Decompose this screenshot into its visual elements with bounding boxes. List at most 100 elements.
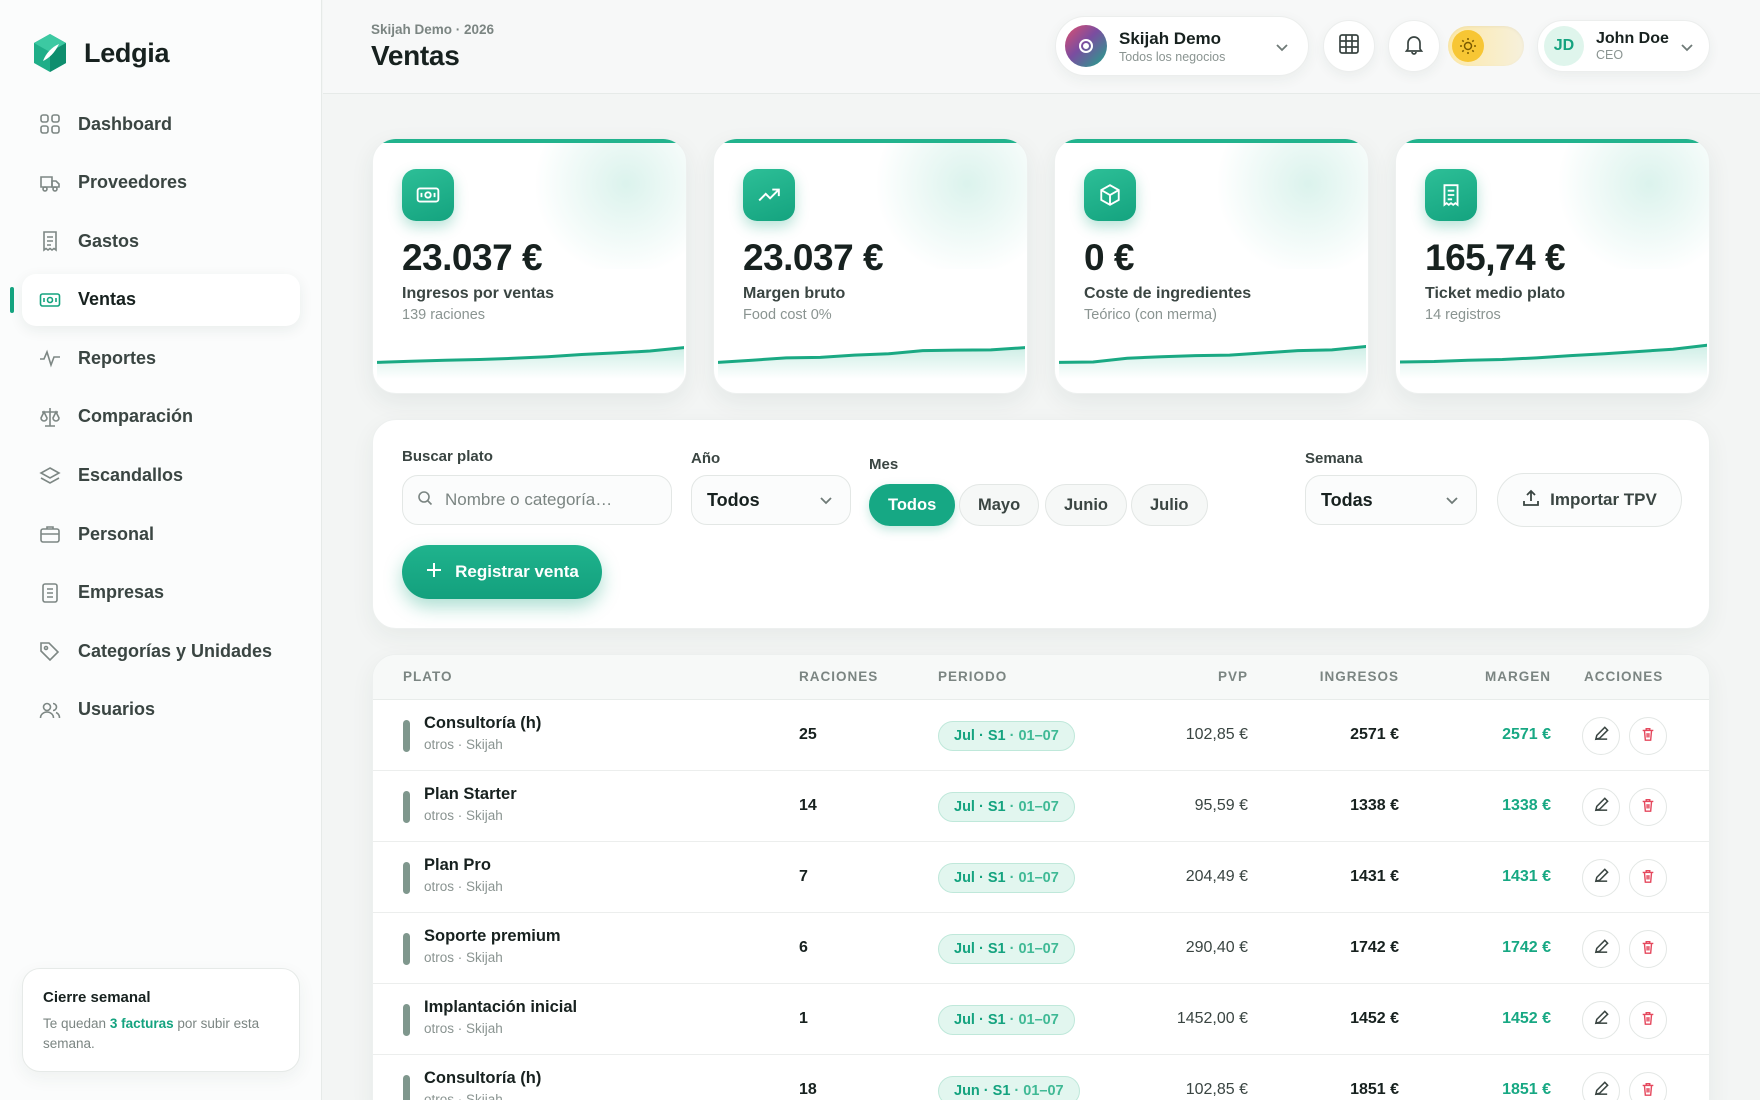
weekly-close-card: Cierre semanal Te quedan 3 facturas por … bbox=[22, 968, 300, 1072]
pencil-icon bbox=[1593, 867, 1610, 889]
kpi-label: Ingresos por ventas bbox=[402, 285, 555, 302]
import-tpv-button[interactable]: Importar TPV bbox=[1497, 473, 1682, 527]
chevron-down-icon bbox=[818, 492, 834, 513]
sidebar-item-label: Usuarios bbox=[78, 699, 156, 720]
sidebar-item-empresas[interactable]: Empresas bbox=[22, 567, 300, 619]
sidebar-item-categorias[interactable]: Categorías y Unidades bbox=[22, 625, 300, 677]
dish-name: Plan Starter bbox=[424, 785, 517, 803]
kpi-card-margen: 23.037 € Margen bruto Food cost 0% bbox=[713, 138, 1028, 394]
chevron-down-icon bbox=[1274, 39, 1290, 60]
table-row[interactable]: Consultoría (h) otros · Skijah 25 Jul · S1 … bbox=[373, 700, 1709, 771]
register-sale-button[interactable]: Registrar venta bbox=[402, 545, 602, 599]
col-ingresos: INGRESOS bbox=[1319, 669, 1399, 684]
dish-meta: otros · Skijah bbox=[424, 950, 503, 965]
brand[interactable]: Ledgia bbox=[32, 33, 170, 73]
period-main: Jul · S1 bbox=[954, 1012, 1006, 1028]
delete-button[interactable] bbox=[1629, 788, 1667, 826]
dish-name: Soporte premium bbox=[424, 927, 561, 945]
search-input[interactable] bbox=[445, 490, 655, 510]
sidebar-item-reportes[interactable]: Reportes bbox=[22, 332, 300, 384]
dish-meta: otros · Skijah bbox=[424, 1092, 503, 1100]
sparkline-area bbox=[718, 347, 1025, 379]
year-label: Año bbox=[691, 450, 721, 467]
table-row[interactable]: Plan Starter otros · Skijah 14 Jul · S1 · 0… bbox=[373, 771, 1709, 842]
truck-icon bbox=[38, 171, 62, 195]
kpi-sparkline bbox=[718, 346, 1025, 379]
pending-invoices-link[interactable]: 3 facturas bbox=[110, 1016, 174, 1031]
week-select[interactable]: Todas bbox=[1305, 475, 1477, 525]
user-name: John Doe bbox=[1596, 30, 1669, 47]
sidebar-item-comparacion[interactable]: Comparación bbox=[22, 391, 300, 443]
kpi-subtext: Teórico (con merma) bbox=[1084, 307, 1217, 323]
month-pill-todos[interactable]: Todos bbox=[869, 484, 956, 526]
table-row[interactable]: Implantación inicial otros · Skijah 1 Jul ·… bbox=[373, 984, 1709, 1055]
month-pill-junio[interactable]: Junio bbox=[1045, 484, 1127, 526]
period-main: Jul · S1 bbox=[954, 728, 1006, 744]
page-title: Ventas bbox=[371, 40, 460, 71]
sidebar-item-personal[interactable]: Personal bbox=[22, 508, 300, 560]
delete-button[interactable] bbox=[1629, 1072, 1667, 1100]
edit-button[interactable] bbox=[1582, 1001, 1620, 1039]
sidebar-item-proveedores[interactable]: Proveedores bbox=[22, 157, 300, 209]
table-row[interactable]: Plan Pro otros · Skijah 7 Jul · S1 · 01–07 2… bbox=[373, 842, 1709, 913]
filters-card: Buscar plato Año Todos Mes Todos Mayo Ju… bbox=[372, 419, 1710, 629]
receipt-icon bbox=[1425, 169, 1477, 221]
delete-button[interactable] bbox=[1629, 1001, 1667, 1039]
import-tpv-label: Importar TPV bbox=[1550, 490, 1657, 509]
sidebar-item-label: Categorías y Unidades bbox=[78, 640, 273, 661]
trash-icon bbox=[1640, 1081, 1656, 1100]
pvp-value: 290,40 € bbox=[1185, 939, 1248, 956]
edit-button[interactable] bbox=[1582, 859, 1620, 897]
month-pill-mayo[interactable]: Mayo bbox=[959, 484, 1040, 526]
period-range: · 01–07 bbox=[1005, 870, 1059, 886]
table-row[interactable]: Soporte premium otros · Skijah 6 Jul · S1 ·… bbox=[373, 913, 1709, 984]
margen-value: 1431 € bbox=[1502, 868, 1551, 885]
year-select[interactable]: Todos bbox=[691, 475, 851, 525]
table-row[interactable]: Consultoría (h) otros · Skijah 18 Jun · S1 … bbox=[373, 1055, 1709, 1100]
sales-table: PLATO RACIONES PERIODO PVP INGRESOS MARG… bbox=[372, 654, 1710, 1100]
edit-button[interactable] bbox=[1582, 930, 1620, 968]
delete-button[interactable] bbox=[1629, 859, 1667, 897]
delete-button[interactable] bbox=[1629, 717, 1667, 755]
chevron-down-icon bbox=[1679, 39, 1695, 60]
user-menu[interactable]: JD John Doe CEO bbox=[1537, 20, 1710, 72]
apps-grid-button[interactable] bbox=[1323, 20, 1375, 72]
trash-icon bbox=[1640, 726, 1656, 747]
notifications-button[interactable] bbox=[1388, 20, 1440, 72]
sidebar-item-gastos[interactable]: Gastos bbox=[22, 215, 300, 267]
sidebar-item-ventas[interactable]: Ventas bbox=[10, 273, 300, 326]
sidebar-item-escandallos[interactable]: Escandallos bbox=[22, 450, 300, 502]
sidebar-nav: Dashboard Proveedores Gastos Ventas Repo… bbox=[10, 98, 300, 743]
edit-button[interactable] bbox=[1582, 1072, 1620, 1100]
sidebar-item-label: Reportes bbox=[78, 347, 157, 368]
org-scope: Todos los negocios bbox=[1119, 49, 1226, 64]
period-range: · 01–07 bbox=[1005, 728, 1059, 744]
sidebar-item-label: Empresas bbox=[78, 582, 165, 603]
kpi-sparkline bbox=[1400, 343, 1707, 379]
sidebar-item-usuarios[interactable]: Usuarios bbox=[22, 684, 300, 736]
month-pill-julio[interactable]: Julio bbox=[1131, 484, 1208, 526]
period-badge: Jul · S1 · 01–07 bbox=[938, 863, 1075, 893]
dish-meta: otros · Skijah bbox=[424, 1021, 503, 1036]
edit-button[interactable] bbox=[1582, 717, 1620, 755]
search-field[interactable] bbox=[402, 475, 672, 525]
category-color-bar bbox=[403, 933, 410, 965]
briefcase-icon bbox=[38, 522, 62, 546]
delete-button[interactable] bbox=[1629, 930, 1667, 968]
chevron-down-icon bbox=[1444, 492, 1460, 513]
margen-value: 1338 € bbox=[1502, 797, 1551, 814]
col-raciones: RACIONES bbox=[799, 669, 879, 684]
kpi-value: 23.037 € bbox=[743, 237, 884, 278]
raciones-value: 18 bbox=[799, 1081, 817, 1098]
org-text: Skijah Demo Todos los negocios bbox=[1119, 29, 1225, 64]
period-badge: Jul · S1 · 01–07 bbox=[938, 1005, 1075, 1035]
sidebar-item-dashboard[interactable]: Dashboard bbox=[22, 98, 300, 150]
theme-toggle[interactable] bbox=[1448, 26, 1524, 66]
brand-name: Ledgia bbox=[84, 37, 170, 68]
period-main: Jul · S1 bbox=[954, 870, 1006, 886]
edit-button[interactable] bbox=[1582, 788, 1620, 826]
kpi-card-ingresos: 23.037 € Ingresos por ventas 139 racione… bbox=[372, 138, 687, 394]
dish-name: Consultoría (h) bbox=[424, 1069, 542, 1087]
org-switcher[interactable]: Skijah Demo Todos los negocios bbox=[1055, 16, 1309, 76]
plus-icon bbox=[425, 561, 443, 584]
